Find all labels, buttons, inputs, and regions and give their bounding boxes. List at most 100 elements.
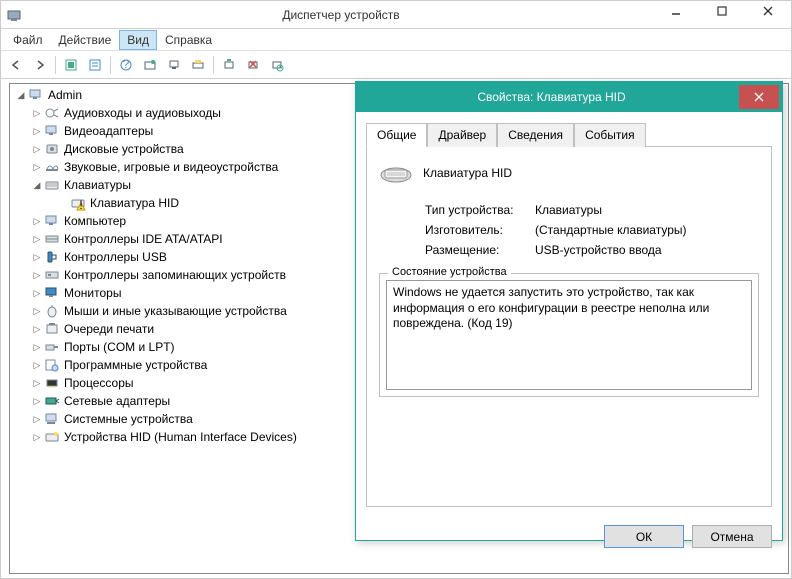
device-category-icon [44,411,60,427]
expand-icon[interactable]: ▷ [30,376,44,390]
tree-leaf-label: Клавиатура HID [90,196,179,210]
help-button[interactable]: ? [115,54,137,76]
dialog-title: Свойства: Клавиатура HID [364,90,739,104]
back-button[interactable] [5,54,27,76]
maximize-button[interactable] [699,1,745,21]
expand-icon[interactable]: ▷ [30,268,44,282]
expand-icon[interactable]: ▷ [30,232,44,246]
menubar: Файл Действие Вид Справка [1,29,791,51]
computer-icon [28,87,44,103]
forward-button[interactable] [29,54,51,76]
tree-node-label: Контроллеры USB [64,250,167,264]
ok-button[interactable]: ОК [604,525,684,548]
enable-button[interactable] [218,54,240,76]
tree-root-label: Admin [48,88,82,102]
loc-value: USB-устройство ввода [535,243,662,257]
tree-node-label: Дисковые устройства [64,142,184,156]
device-name: Клавиатура HID [423,166,512,180]
device-category-icon [44,375,60,391]
device-category-icon [44,123,60,139]
menu-help[interactable]: Справка [157,30,220,50]
tab-events[interactable]: События [574,123,646,147]
device-category-icon [44,267,60,283]
expand-icon[interactable]: ▷ [30,430,44,444]
keyboard-icon [379,161,413,185]
collapse-icon[interactable]: ◢ [30,178,44,192]
device-category-icon [44,339,60,355]
mfg-value: (Стандартные клавиатуры) [535,223,687,237]
device-category-icon [44,285,60,301]
device-category-icon [44,357,60,373]
properties-button[interactable] [84,54,106,76]
expand-icon[interactable]: ▷ [30,142,44,156]
window-title: Диспетчер устройств [29,8,653,22]
expand-icon[interactable]: ▷ [30,250,44,264]
status-legend: Состояние устройства [388,266,511,278]
tree-node-label: Контроллеры запоминающих устройств [64,268,286,282]
dialog-close-button[interactable] [739,85,779,109]
expand-icon[interactable]: ▷ [30,214,44,228]
dialog-titlebar[interactable]: Свойства: Клавиатура HID [356,82,782,112]
tree-node-label: Мониторы [64,286,121,300]
type-label: Тип устройства: [425,203,535,217]
toolbar: ? [1,51,791,79]
menu-action[interactable]: Действие [51,30,120,50]
mfg-label: Изготовитель: [425,223,535,237]
uninstall-button[interactable] [242,54,264,76]
device-category-icon [44,141,60,157]
status-fieldset: Состояние устройства Windows не удается … [379,273,759,397]
app-icon [7,7,23,23]
devices-button[interactable] [163,54,185,76]
tab-details[interactable]: Сведения [497,123,574,147]
menu-view[interactable]: Вид [119,30,157,50]
show-hidden-button[interactable] [60,54,82,76]
tree-node-label: Очереди печати [64,322,154,336]
tab-driver[interactable]: Драйвер [427,123,497,147]
tab-general[interactable]: Общие [366,123,427,147]
device-category-icon [44,177,60,193]
update-driver-button[interactable] [266,54,288,76]
device-category-icon [44,303,60,319]
device-category-icon [44,429,60,445]
tree-node-label: Программные устройства [64,358,207,372]
status-text[interactable]: Windows не удается запустить это устройс… [386,280,752,390]
expand-icon[interactable]: ▷ [30,412,44,426]
resources-button[interactable] [187,54,209,76]
device-category-icon [44,105,60,121]
expand-icon[interactable]: ▷ [30,340,44,354]
expand-icon[interactable]: ▷ [30,124,44,138]
keyboard-warning-icon: ! [70,195,86,211]
expand-icon[interactable]: ▷ [30,160,44,174]
tree-node-label: Контроллеры IDE ATA/ATAPI [64,232,223,246]
collapse-icon[interactable]: ◢ [14,88,28,102]
window-titlebar: Диспетчер устройств [1,1,791,29]
tree-node-label: Аудиовходы и аудиовыходы [64,106,221,120]
toolbar-separator [110,56,111,74]
expand-icon[interactable]: ▷ [30,358,44,372]
tree-node-label: Видеоадаптеры [64,124,153,138]
toolbar-separator [55,56,56,74]
toolbar-separator [213,56,214,74]
properties-dialog: Свойства: Клавиатура HID Общие Драйвер С… [355,81,783,541]
tree-node-label: Клавиатуры [64,178,131,192]
minimize-button[interactable] [653,1,699,21]
expand-icon[interactable]: ▷ [30,286,44,300]
expand-icon[interactable]: ▷ [30,304,44,318]
expand-icon[interactable]: ▷ [30,322,44,336]
tree-node-label: Процессоры [64,376,134,390]
expand-icon[interactable]: ▷ [30,394,44,408]
close-button[interactable] [745,1,791,21]
cancel-button[interactable]: Отмена [692,525,772,548]
tree-node-label: Мыши и иные указывающие устройства [64,304,287,318]
device-category-icon [44,321,60,337]
device-category-icon [44,159,60,175]
device-category-icon [44,393,60,409]
tab-panel-general: Клавиатура HID Тип устройства:Клавиатуры… [366,147,772,507]
device-category-icon [44,249,60,265]
expand-icon[interactable]: ▷ [30,106,44,120]
loc-label: Размещение: [425,243,535,257]
tree-node-label: Системные устройства [64,412,193,426]
menu-file[interactable]: Файл [5,30,51,50]
tree-node-label: Устройства HID (Human Interface Devices) [64,430,297,444]
scan-button[interactable] [139,54,161,76]
